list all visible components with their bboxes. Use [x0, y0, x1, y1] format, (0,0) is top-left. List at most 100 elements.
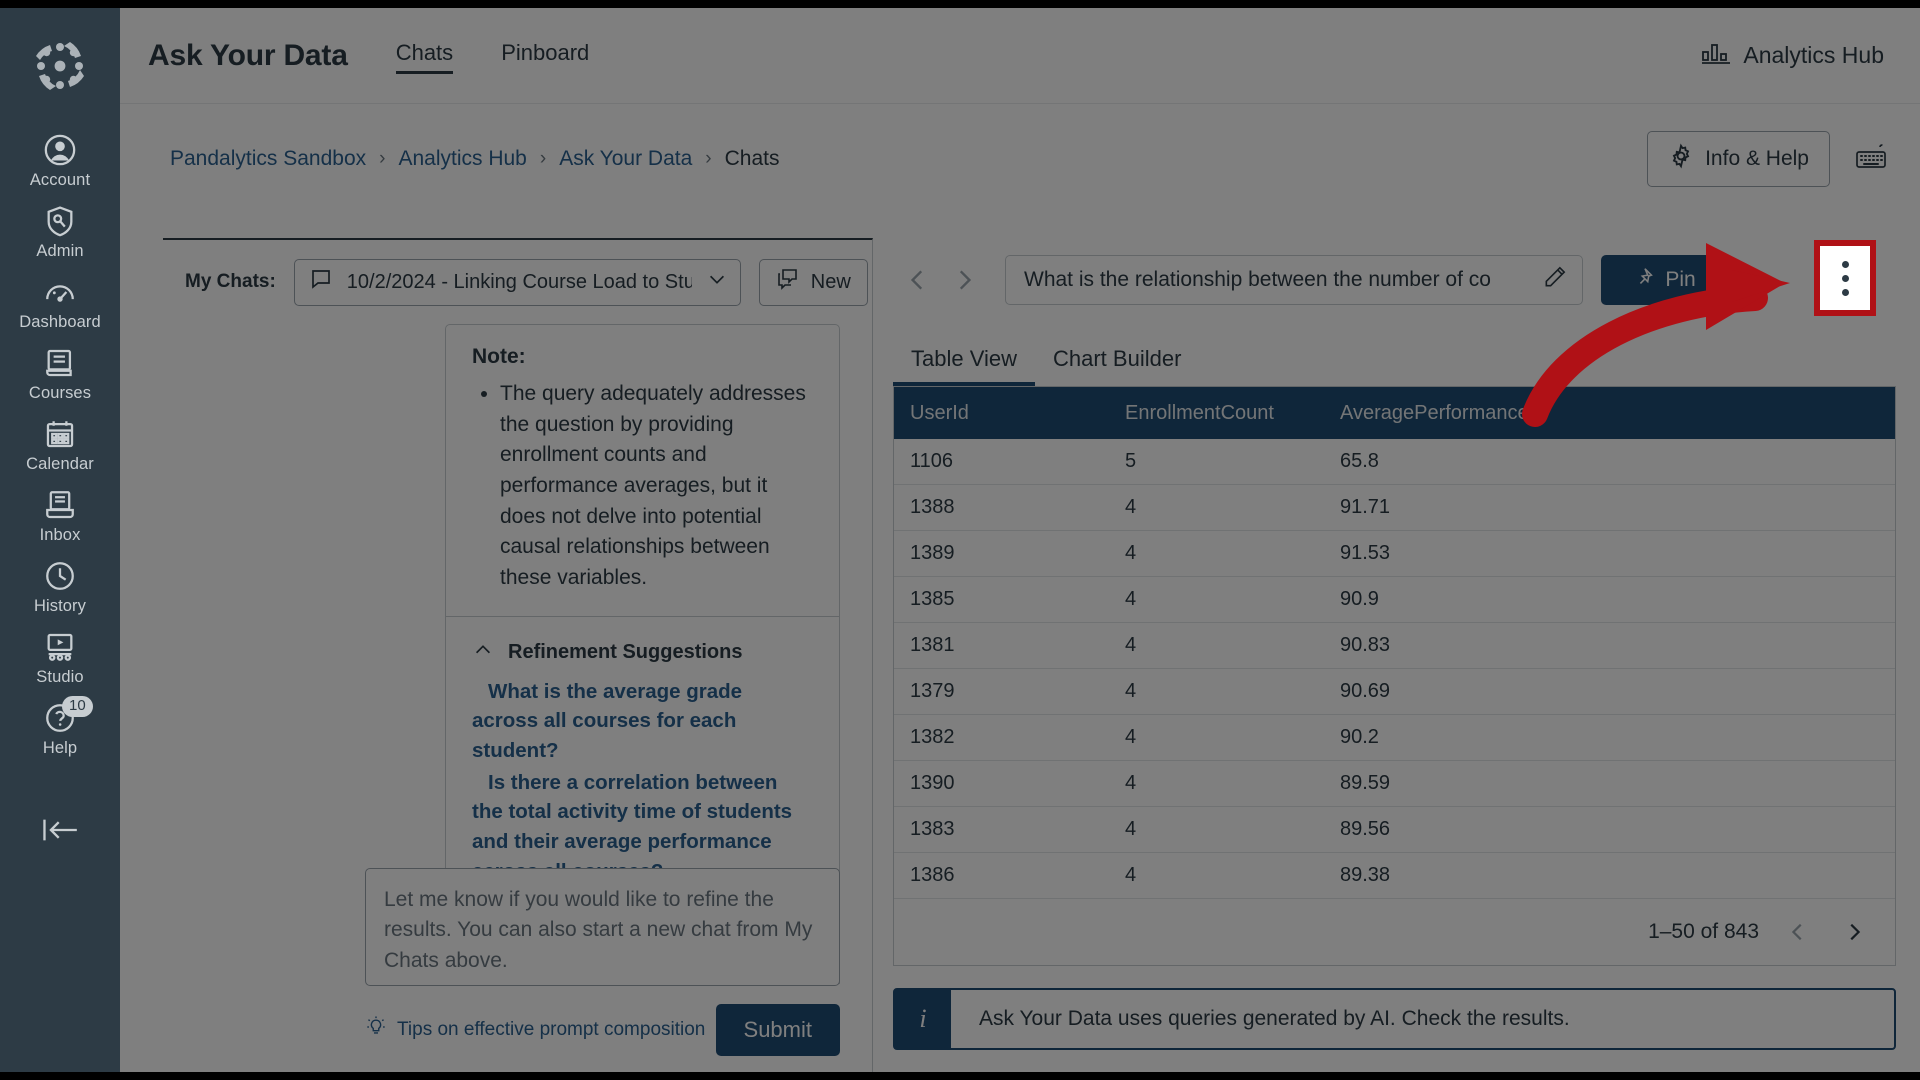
- sidebar-item-label: Dashboard: [19, 313, 101, 331]
- chat-select-value: 10/2/2024 - Linking Course Load to Stud: [346, 270, 692, 293]
- table-cell-enrollmentcount: 4: [1109, 484, 1324, 531]
- kebab-menu-button[interactable]: [1814, 240, 1876, 316]
- analytics-hub-link[interactable]: Analytics Hub: [1701, 40, 1884, 71]
- refinement-suggestion[interactable]: What is the average grade across all cou…: [472, 677, 813, 766]
- sidebar-item-label: Help: [42, 739, 78, 757]
- book-icon: [42, 345, 78, 381]
- note-heading: Note:: [472, 345, 526, 368]
- sidebar-item-account[interactable]: Account: [0, 132, 120, 190]
- note-bullet-list: The query adequately addresses the quest…: [500, 379, 813, 594]
- sidebar-item-history[interactable]: History: [0, 558, 120, 616]
- results-table-card: UserId EnrollmentCount AveragePerformanc…: [893, 386, 1896, 966]
- new-chat-icon: [776, 267, 800, 297]
- new-chat-button[interactable]: New: [758, 258, 868, 306]
- table-row[interactable]: 1379 4 90.69: [894, 668, 1895, 715]
- table-row[interactable]: 1382 4 90.2: [894, 714, 1895, 761]
- pin-icon: [1634, 266, 1656, 294]
- breadcrumb-item-1[interactable]: Analytics Hub: [398, 147, 526, 171]
- breadcrumb-item-2[interactable]: Ask Your Data: [559, 147, 692, 171]
- column-header-averageperformance[interactable]: AveragePerformance: [1324, 387, 1895, 439]
- chat-select[interactable]: 10/2/2024 - Linking Course Load to Stud: [293, 258, 741, 306]
- table-cell-averageperformance: 89.56: [1324, 806, 1895, 853]
- prompt-input[interactable]: Let me know if you would like to refine …: [365, 868, 840, 986]
- tab-pinboard-label: Pinboard: [501, 39, 590, 65]
- tab-chats[interactable]: Chats: [395, 39, 454, 74]
- table-cell-enrollmentcount: 4: [1109, 668, 1324, 715]
- table-row[interactable]: 1386 4 89.38: [894, 852, 1895, 899]
- table-cell-averageperformance: 90.2: [1324, 714, 1895, 761]
- table-row[interactable]: 1106 5 65.8: [894, 439, 1895, 485]
- table-body: 1106 5 65.8 1388 4 91.71 1389 4 91.53 1385 4 90.9 13…: [894, 439, 1895, 899]
- sidebar-item-label: Calendar: [26, 455, 94, 473]
- table-row[interactable]: 1385 4 90.9: [894, 576, 1895, 623]
- new-chat-label: New: [810, 270, 851, 293]
- sidebar-item-help[interactable]: 10 Help: [0, 696, 120, 758]
- previous-question-button[interactable]: [895, 257, 941, 303]
- ai-disclaimer-banner: i Ask Your Data uses queries generated b…: [893, 988, 1896, 1050]
- refinement-suggestions-label: Refinement Suggestions: [508, 641, 743, 664]
- table-cell-averageperformance: 91.53: [1324, 530, 1895, 577]
- my-chats-label: My Chats:: [185, 271, 276, 292]
- my-chats-bar: My Chats: 10/2/2024 - Linking Course Loa…: [163, 240, 872, 324]
- keyboard-icon: [1854, 143, 1888, 176]
- pagination-text: 1–50 of 843: [1648, 920, 1759, 943]
- chat-workspace: My Chats: 10/2/2024 - Linking Course Loa…: [163, 238, 1920, 1072]
- tab-chats-label: Chats: [395, 39, 454, 65]
- sidebar-item-courses[interactable]: Courses: [0, 345, 120, 403]
- chevron-left-icon: [1791, 923, 1802, 941]
- table-cell-enrollmentcount: 4: [1109, 760, 1324, 807]
- tab-table-view[interactable]: Table View: [893, 346, 1035, 386]
- table-row[interactable]: 1388 4 91.71: [894, 484, 1895, 531]
- table-row[interactable]: 1389 4 91.53: [894, 530, 1895, 577]
- tips-link[interactable]: Tips on effective prompt composition: [365, 1015, 705, 1045]
- sidebar-item-calendar[interactable]: Calendar: [0, 416, 120, 474]
- table-cell-enrollmentcount: 4: [1109, 576, 1324, 623]
- sidebar-item-label: Courses: [28, 384, 92, 402]
- table-cell-averageperformance: 90.69: [1324, 668, 1895, 715]
- breadcrumb: Pandalytics Sandbox › Analytics Hub › As…: [170, 147, 779, 171]
- collapse-left-icon[interactable]: [38, 813, 82, 852]
- table-pagination: 1–50 of 843: [894, 899, 1895, 965]
- column-header-enrollmentcount[interactable]: EnrollmentCount: [1109, 387, 1324, 439]
- table-row[interactable]: 1383 4 89.56: [894, 806, 1895, 853]
- submit-button[interactable]: Submit: [715, 1004, 840, 1056]
- pagination-previous-button[interactable]: [1781, 915, 1815, 949]
- column-header-userid[interactable]: UserId: [894, 387, 1109, 439]
- breadcrumb-item-0[interactable]: Pandalytics Sandbox: [170, 147, 366, 171]
- app-header: Ask Your Data Chats Pinboard Analytics H…: [120, 8, 1920, 104]
- ai-disclaimer-text: Ask Your Data uses queries generated by …: [979, 1007, 1570, 1030]
- pagination-next-button[interactable]: [1837, 915, 1871, 949]
- table-cell-enrollmentcount: 4: [1109, 852, 1324, 899]
- sidebar-item-label: Admin: [36, 242, 84, 260]
- canvas-logo-icon[interactable]: [28, 34, 92, 98]
- tab-pinboard[interactable]: Pinboard: [501, 40, 589, 72]
- refinement-suggestions-header[interactable]: Refinement Suggestions: [472, 639, 813, 667]
- pin-button[interactable]: Pin: [1601, 255, 1729, 305]
- question-input[interactable]: What is the relationship between the num…: [1005, 255, 1583, 305]
- note-bullet: The query adequately addresses the quest…: [500, 379, 813, 594]
- tab-table-view-label: Table View: [911, 346, 1017, 371]
- chat-bubble-icon: [309, 267, 333, 297]
- table-row[interactable]: 1390 4 89.59: [894, 760, 1895, 807]
- results-tabs: Table View Chart Builder: [893, 322, 1920, 386]
- chevron-right-icon: [959, 270, 972, 290]
- sidebar-item-dashboard[interactable]: Dashboard: [0, 274, 120, 332]
- table-cell-averageperformance: 90.83: [1324, 622, 1895, 669]
- pencil-icon[interactable]: [1542, 264, 1568, 296]
- sidebar-item-admin[interactable]: Admin: [0, 203, 120, 261]
- sidebar-item-inbox[interactable]: Inbox: [0, 487, 120, 545]
- next-question-button[interactable]: [941, 257, 987, 303]
- sidebar-item-studio[interactable]: Studio: [0, 629, 120, 687]
- keyboard-shortcuts-button[interactable]: [1846, 135, 1896, 184]
- table-row[interactable]: 1381 4 90.83: [894, 622, 1895, 669]
- shield-wrench-icon: [42, 203, 78, 239]
- table-cell-enrollmentcount: 5: [1109, 439, 1324, 485]
- table-cell-userid: 1390: [894, 760, 1109, 807]
- results-table: UserId EnrollmentCount AveragePerformanc…: [894, 387, 1895, 899]
- info-help-button[interactable]: Info & Help: [1647, 131, 1830, 187]
- tips-label: Tips on effective prompt composition: [397, 1019, 706, 1040]
- tab-chart-builder[interactable]: Chart Builder: [1035, 346, 1199, 386]
- results-pane: What is the relationship between the num…: [873, 238, 1920, 1072]
- sidebar-item-label: Inbox: [39, 526, 81, 544]
- breadcrumb-actions: Info & Help: [1647, 131, 1896, 187]
